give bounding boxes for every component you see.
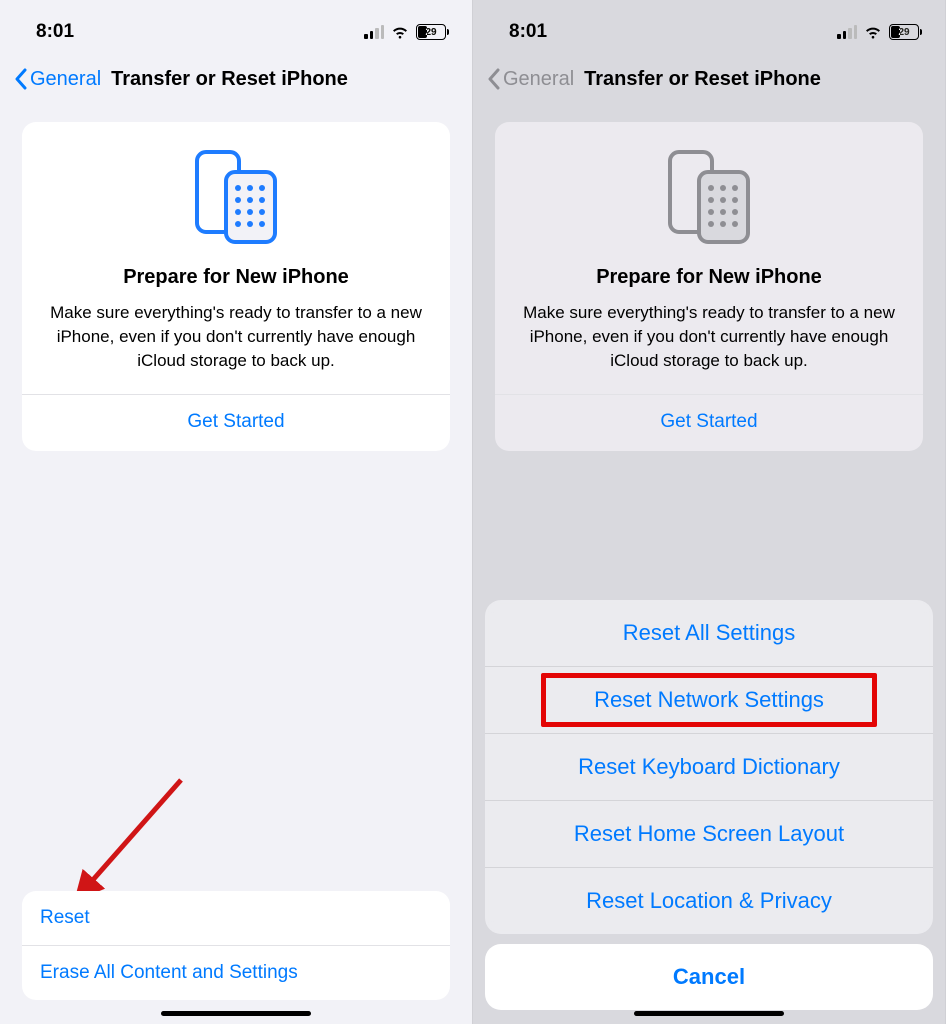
nav-bar: General Transfer or Reset iPhone xyxy=(473,54,945,104)
reset-action-sheet: Reset All Settings Reset Network Setting… xyxy=(485,600,933,1010)
reset-network-settings-option[interactable]: Reset Network Settings xyxy=(485,666,933,733)
get-started-button[interactable]: Get Started xyxy=(44,395,428,451)
card-desc: Make sure everything's ready to transfer… xyxy=(517,301,901,394)
home-indicator[interactable] xyxy=(161,1011,311,1016)
page-title: Transfer or Reset iPhone xyxy=(584,68,821,91)
option-label: Reset Network Settings xyxy=(594,687,824,712)
reset-all-settings-option[interactable]: Reset All Settings xyxy=(485,600,933,666)
card-title: Prepare for New iPhone xyxy=(517,266,901,289)
cellular-signal-icon xyxy=(837,25,857,39)
reset-keyboard-dictionary-option[interactable]: Reset Keyboard Dictionary xyxy=(485,733,933,800)
back-button: General xyxy=(487,68,574,91)
prepare-card: Prepare for New iPhone Make sure everyth… xyxy=(495,122,923,451)
screenshot-left: 8:01 29 General Transfer or Reset iPhone xyxy=(0,0,473,1024)
back-label: General xyxy=(503,68,574,91)
devices-icon xyxy=(517,148,901,246)
reset-home-screen-layout-option[interactable]: Reset Home Screen Layout xyxy=(485,800,933,867)
erase-all-button[interactable]: Erase All Content and Settings xyxy=(22,945,450,1000)
status-time: 8:01 xyxy=(509,21,547,43)
status-right: 29 xyxy=(837,24,919,40)
cellular-signal-icon xyxy=(364,25,384,39)
back-label: General xyxy=(30,68,101,91)
wifi-icon xyxy=(863,25,883,40)
status-bar: 8:01 29 xyxy=(473,0,945,54)
reset-button[interactable]: Reset xyxy=(22,891,450,945)
devices-icon xyxy=(44,148,428,246)
wifi-icon xyxy=(390,25,410,40)
battery-icon: 29 xyxy=(416,24,446,40)
reset-location-privacy-option[interactable]: Reset Location & Privacy xyxy=(485,867,933,934)
nav-bar: General Transfer or Reset iPhone xyxy=(0,54,472,104)
status-bar: 8:01 29 xyxy=(0,0,472,54)
chevron-left-icon xyxy=(14,68,28,90)
home-indicator[interactable] xyxy=(634,1011,784,1016)
get-started-button: Get Started xyxy=(517,395,901,451)
prepare-card: Prepare for New iPhone Make sure everyth… xyxy=(22,122,450,451)
status-time: 8:01 xyxy=(36,21,74,43)
action-sheet-options: Reset All Settings Reset Network Setting… xyxy=(485,600,933,934)
card-desc: Make sure everything's ready to transfer… xyxy=(44,301,428,394)
battery-icon: 29 xyxy=(889,24,919,40)
bottom-options: Reset Erase All Content and Settings xyxy=(22,891,450,1000)
chevron-left-icon xyxy=(487,68,501,90)
card-title: Prepare for New iPhone xyxy=(44,266,428,289)
status-right: 29 xyxy=(364,24,446,40)
page-title: Transfer or Reset iPhone xyxy=(111,68,348,91)
cancel-button[interactable]: Cancel xyxy=(485,944,933,1010)
back-button[interactable]: General xyxy=(14,68,101,91)
screenshot-right: 8:01 29 General Transfer or Reset iPhone xyxy=(473,0,946,1024)
